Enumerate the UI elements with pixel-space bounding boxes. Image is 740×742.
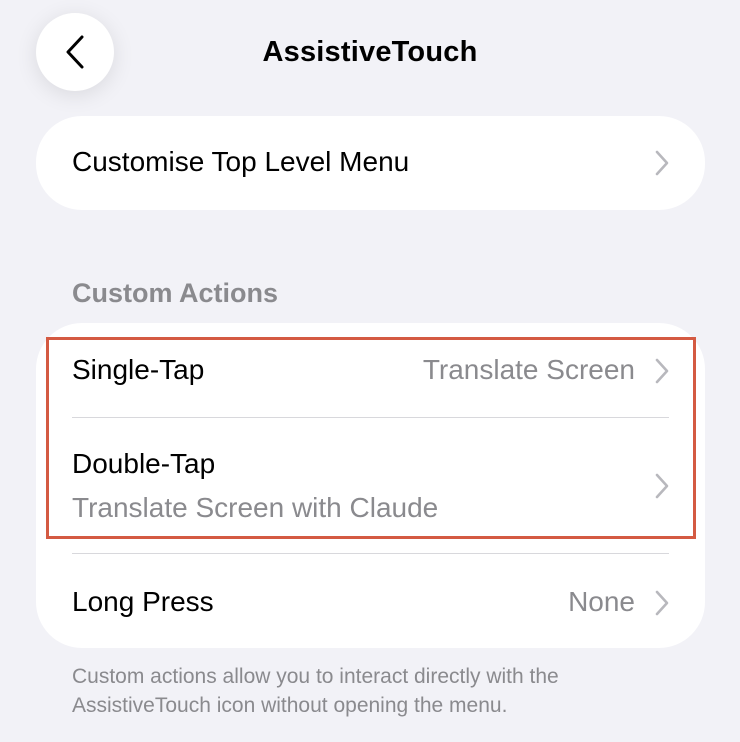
page-title: AssistiveTouch — [262, 36, 478, 68]
single-tap-label: Single-Tap — [72, 354, 205, 385]
chevron-right-icon — [655, 358, 669, 384]
double-tap-row[interactable]: Double-Tap Translate Screen with Claude — [36, 418, 705, 553]
long-press-label: Long Press — [72, 586, 214, 617]
top-menu-card: Customise Top Level Menu — [36, 116, 705, 210]
chevron-right-icon — [655, 590, 669, 616]
long-press-value: None — [568, 586, 635, 617]
single-tap-row[interactable]: Single-Tap Translate Screen — [36, 323, 705, 417]
chevron-right-icon — [655, 473, 669, 499]
customise-top-level-menu-row[interactable]: Customise Top Level Menu — [36, 116, 705, 210]
double-tap-label: Double-Tap — [72, 448, 216, 479]
section-footer: Custom actions allow you to interact dir… — [72, 665, 559, 717]
double-tap-value: Translate Screen with Claude — [72, 492, 439, 523]
chevron-right-icon — [655, 150, 669, 176]
long-press-row[interactable]: Long Press None — [36, 554, 705, 648]
section-header-custom-actions: Custom Actions — [72, 278, 279, 308]
custom-actions-card: Single-Tap Translate Screen Double-Tap T… — [36, 323, 705, 648]
single-tap-value: Translate Screen — [422, 354, 635, 385]
customise-top-level-menu-label: Customise Top Level Menu — [72, 146, 410, 177]
